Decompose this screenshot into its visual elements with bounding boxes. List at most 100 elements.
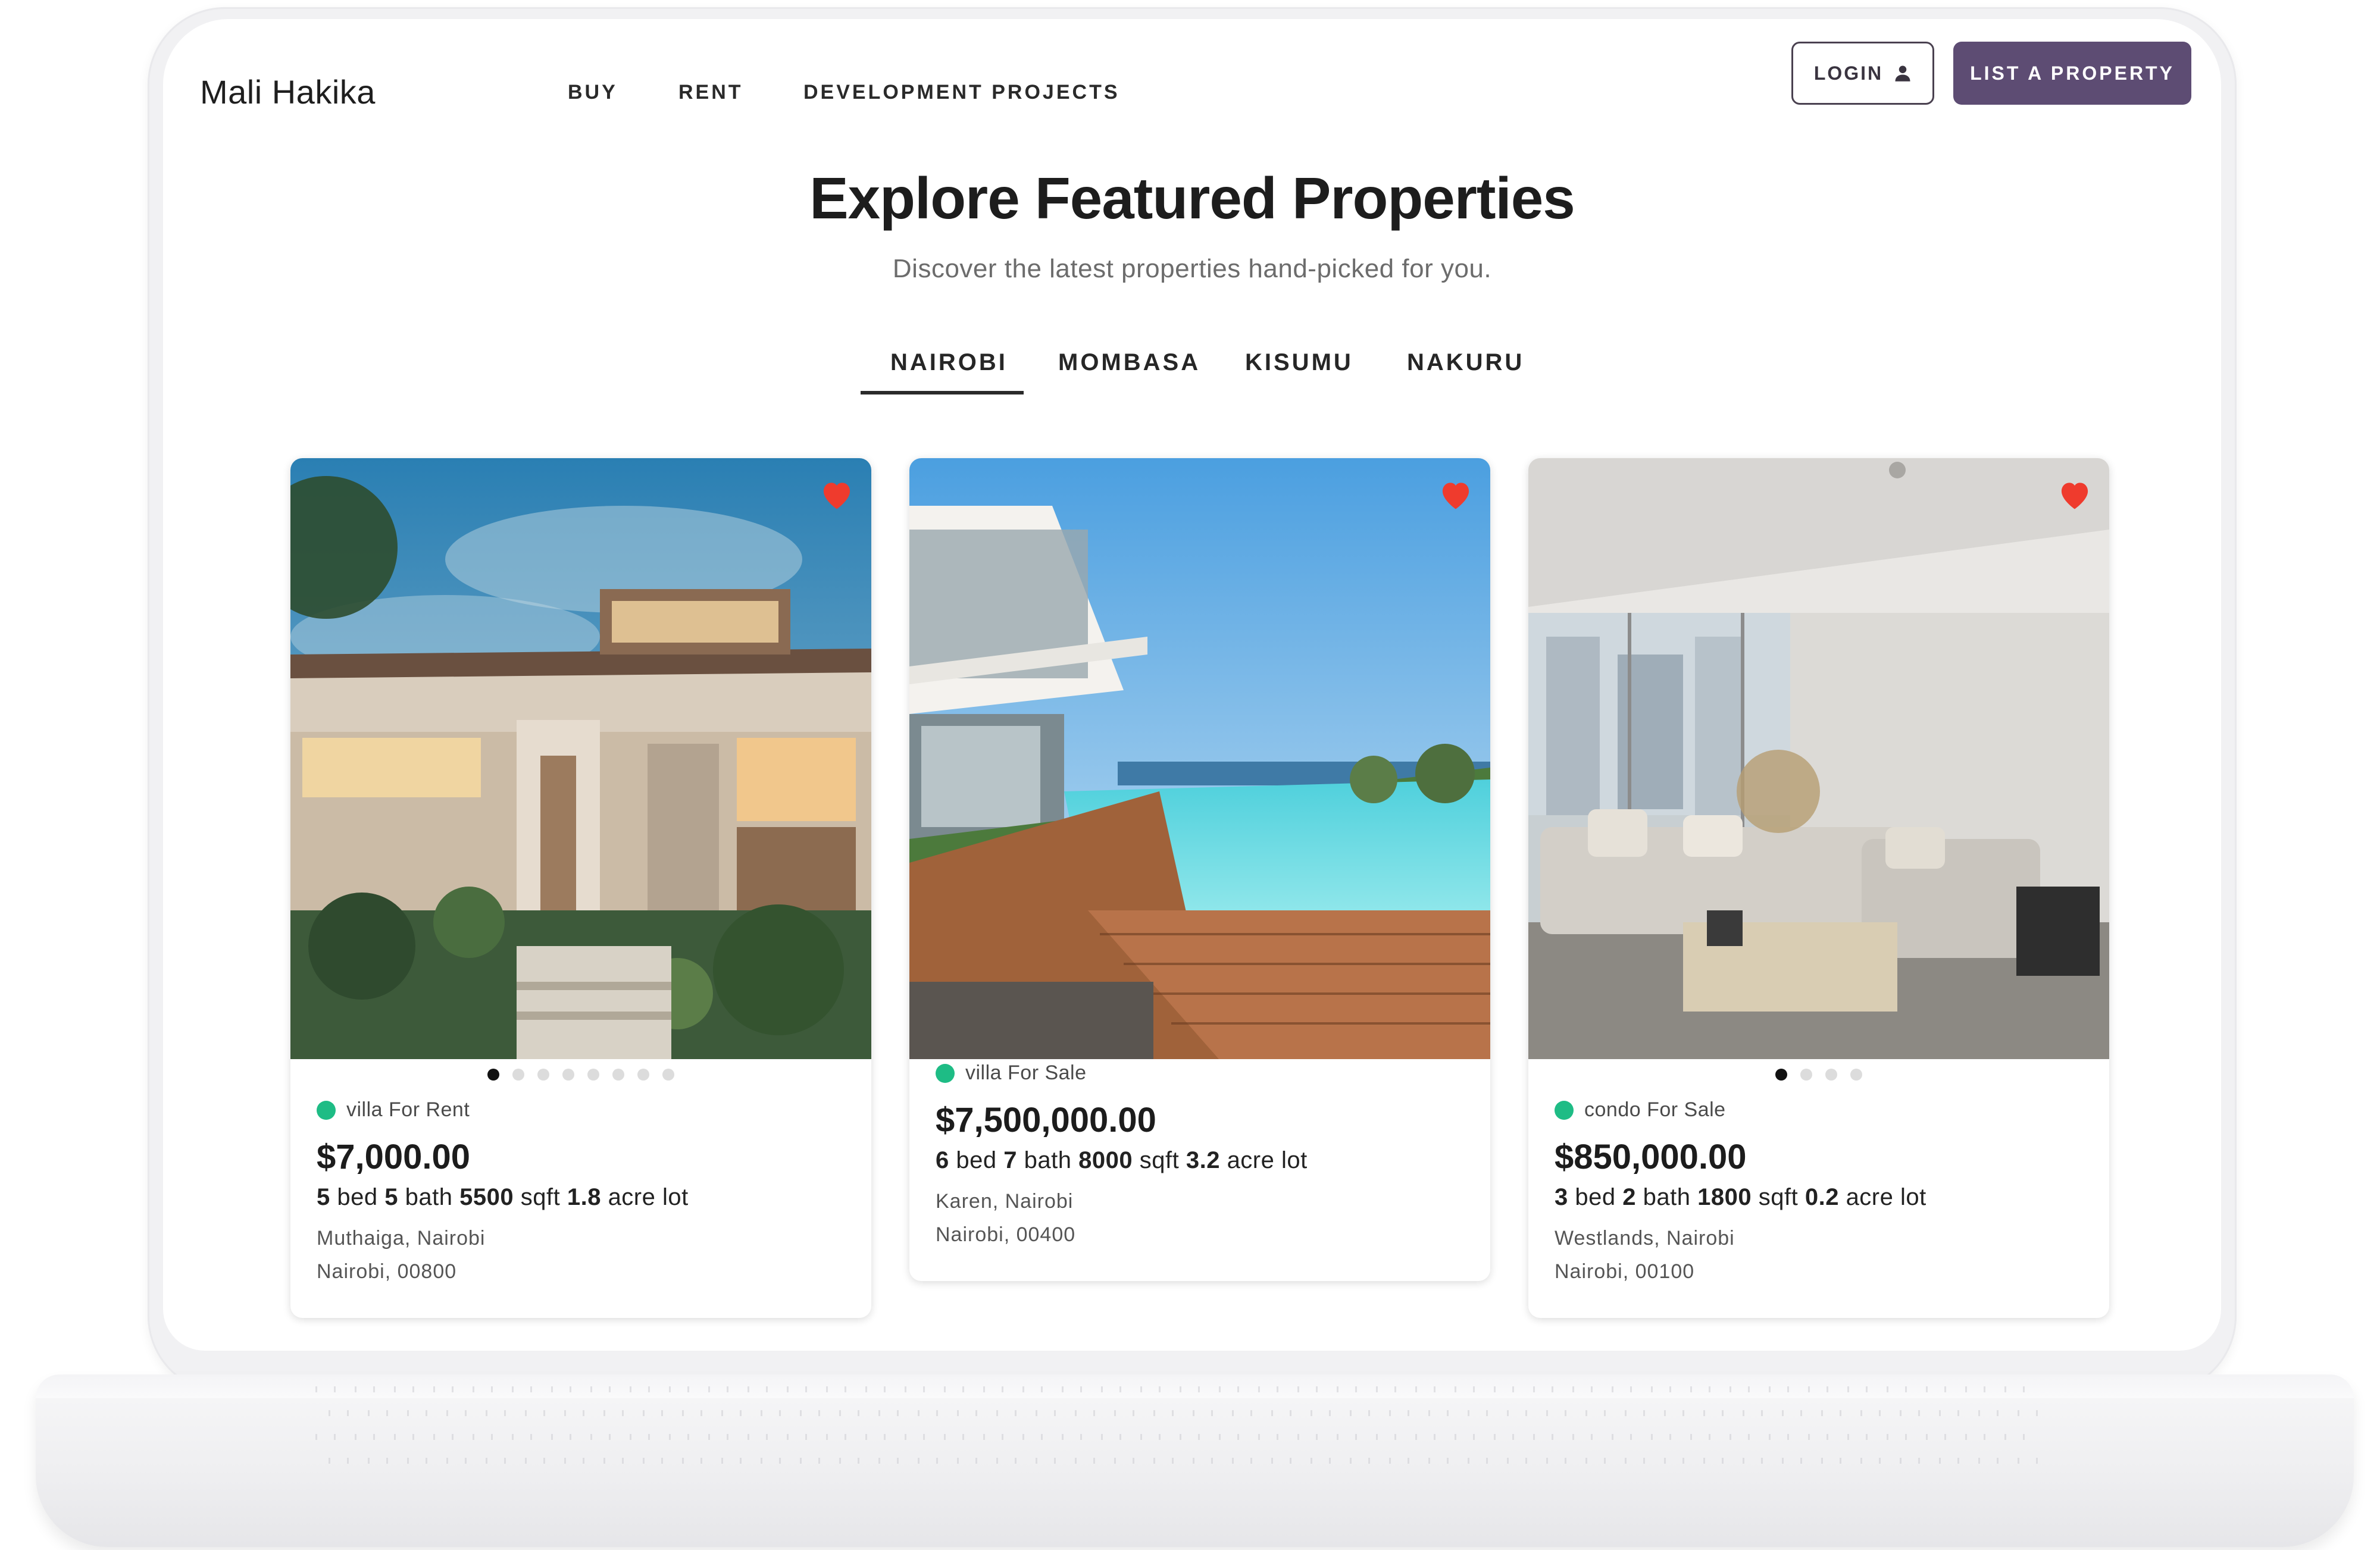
keyboard-key <box>944 1386 964 1392</box>
brand-logo[interactable]: Mali Hakika <box>200 73 376 111</box>
keyboard-key <box>433 1434 454 1440</box>
carousel-dot[interactable] <box>512 1069 524 1081</box>
keyboard-key <box>748 1386 768 1392</box>
keyboard-key <box>996 1410 1017 1416</box>
carousel-dot[interactable] <box>537 1069 549 1081</box>
property-card[interactable]: villa For Sale $7,500,000.00 6 bed 7 bat… <box>909 458 1490 1281</box>
carousel-dot[interactable] <box>587 1069 599 1081</box>
sqft-label: sqft <box>520 1184 561 1210</box>
page-title: Explore Featured Properties <box>809 165 1575 231</box>
keyboard-key <box>1271 1458 1291 1464</box>
listing-status: villa For Rent <box>317 1098 845 1122</box>
property-photo[interactable] <box>290 458 871 1059</box>
carousel-dot[interactable] <box>1800 1069 1812 1081</box>
keyboard-key <box>1455 1434 1475 1440</box>
carousel-dot[interactable] <box>487 1069 499 1081</box>
keyboard-key <box>878 1410 899 1416</box>
keyboard-key <box>800 1458 820 1464</box>
address-line-2: Nairobi, 00800 <box>317 1260 457 1283</box>
keyboard-key <box>1036 1458 1056 1464</box>
top-navbar: Mali Hakika BUY RENT DEVELOPMENT PROJECT… <box>163 19 2221 132</box>
carousel-dot[interactable] <box>637 1069 649 1081</box>
keyboard-key <box>630 1434 650 1440</box>
property-price: $7,000.00 <box>317 1138 471 1176</box>
property-photo[interactable] <box>909 458 1490 1059</box>
property-price: $850,000.00 <box>1555 1138 1747 1176</box>
listing-status: villa For Sale <box>936 1061 1464 1085</box>
keyboard-key <box>1337 1386 1357 1392</box>
nav-link-rent[interactable]: RENT <box>678 81 743 104</box>
keyboard-key <box>1311 1410 1331 1416</box>
keyboard-key <box>407 1458 427 1464</box>
login-button[interactable]: LOGIN <box>1791 42 1934 105</box>
keyboard-key <box>787 1386 807 1392</box>
status-indicator-icon <box>936 1063 955 1083</box>
keyboard-key <box>1258 1434 1278 1440</box>
keyboard-key <box>1153 1458 1174 1464</box>
keyboard-key <box>800 1410 820 1416</box>
keyboard-key <box>1703 1410 1724 1416</box>
lot-size: 3.2 <box>1186 1147 1220 1173</box>
keyboard-key <box>1965 1386 1985 1392</box>
keyboard-key <box>1297 1386 1318 1392</box>
carousel-dot[interactable] <box>562 1069 574 1081</box>
property-specs: 5 bed 5 bath 5500 sqft 1.8 acre lot <box>317 1184 845 1211</box>
keyboard-key <box>1900 1458 1920 1464</box>
carousel-dot[interactable] <box>662 1069 674 1081</box>
keyboard-key <box>1389 1410 1409 1416</box>
keyboard-key <box>1376 1386 1396 1392</box>
keyboard-key <box>315 1386 336 1392</box>
keyboard-key <box>1075 1458 1095 1464</box>
carousel-dot[interactable] <box>1850 1069 1862 1081</box>
keyboard-key <box>1612 1386 1632 1392</box>
keyboard-key <box>1860 1458 1881 1464</box>
beds-count: 3 <box>1555 1184 1568 1210</box>
keyboard-key <box>826 1434 846 1440</box>
keyboard-key <box>1297 1434 1318 1440</box>
beds-count: 5 <box>317 1184 330 1210</box>
nav-link-buy[interactable]: BUY <box>568 81 618 104</box>
list-property-button[interactable]: LIST A PROPERTY <box>1953 42 2191 105</box>
keyboard-key <box>1468 1410 1488 1416</box>
favorite-heart-icon[interactable] <box>819 478 855 511</box>
keyboard-key <box>368 1458 388 1464</box>
tab-kisumu[interactable]: KISUMU <box>1245 349 1353 376</box>
keyboard-key <box>1860 1410 1881 1416</box>
keyboard-key <box>1075 1410 1095 1416</box>
keyboard-key <box>603 1458 624 1464</box>
keyboard-key <box>996 1458 1017 1464</box>
carousel-dot[interactable] <box>1825 1069 1837 1081</box>
carousel-dot[interactable] <box>612 1069 624 1081</box>
tab-mombasa[interactable]: MOMBASA <box>1058 349 1200 376</box>
address-line-1: Westlands, Nairobi <box>1555 1227 1735 1250</box>
keyboard-key <box>512 1386 532 1392</box>
keyboard-key <box>590 1386 611 1392</box>
keyboard-key <box>1651 1434 1671 1440</box>
keyboard-key <box>708 1386 728 1392</box>
carousel-dot[interactable] <box>1775 1069 1787 1081</box>
keyboard-key <box>1730 1386 1750 1392</box>
keyboard-key <box>1926 1386 1946 1392</box>
keyboard-key <box>865 1386 886 1392</box>
keyboard-key <box>1062 1386 1082 1392</box>
villa-pool-image <box>909 458 1490 1059</box>
property-card[interactable]: villa For Rent $7,000.00 5 bed 5 bath 55… <box>290 458 871 1318</box>
nav-link-development-projects[interactable]: DEVELOPMENT PROJECTS <box>803 81 1120 104</box>
keyboard-key <box>564 1410 584 1416</box>
keyboard-key <box>1978 1410 1999 1416</box>
login-label: LOGIN <box>1813 62 1884 84</box>
property-details: villa For Rent $7,000.00 5 bed 5 bath 55… <box>290 1090 871 1318</box>
favorite-heart-icon[interactable] <box>2057 478 2093 511</box>
keyboard-key <box>1022 1386 1043 1392</box>
keyboard-key <box>1428 1458 1449 1464</box>
tab-nairobi[interactable]: NAIROBI <box>890 349 1008 376</box>
keyboard-key <box>355 1434 375 1440</box>
lot-label: acre lot <box>608 1184 689 1210</box>
keyboard-key <box>669 1386 689 1392</box>
property-card[interactable]: condo For Sale $850,000.00 3 bed 2 bath … <box>1528 458 2109 1318</box>
keyboard-key <box>1730 1434 1750 1440</box>
property-photo[interactable] <box>1528 458 2109 1059</box>
tab-nakuru[interactable]: NAKURU <box>1407 349 1524 376</box>
favorite-heart-icon[interactable] <box>1438 478 1474 511</box>
keyboard-key <box>1743 1458 1763 1464</box>
